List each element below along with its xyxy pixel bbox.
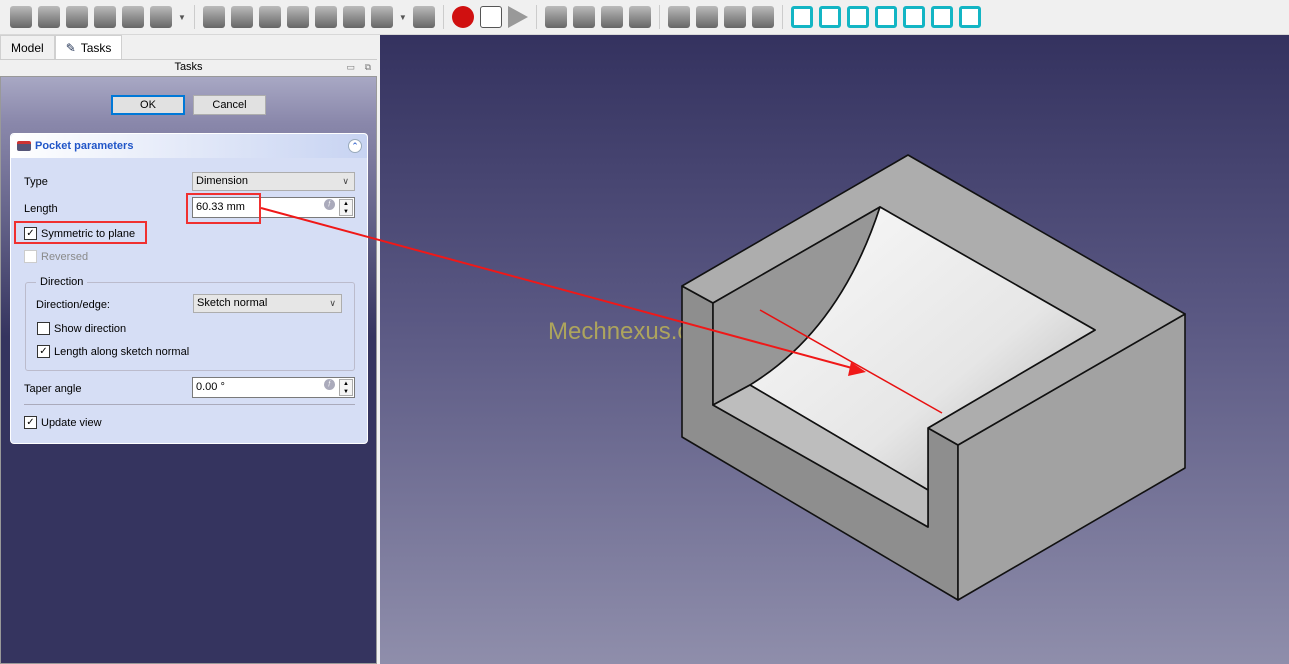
tab-model[interactable]: Model: [0, 35, 55, 59]
direction-group-title: Direction: [36, 276, 88, 288]
chevron-down-icon: ∨: [329, 298, 336, 308]
type-select[interactable]: Dimension ∨: [192, 172, 355, 191]
taper-label: Taper angle: [24, 383, 82, 395]
pocket-parameters-title: Pocket parameters: [35, 140, 134, 152]
length-label: Length: [24, 203, 58, 215]
symmetric-checkbox[interactable]: ✓ Symmetric to plane: [24, 227, 135, 240]
additive-pipe-icon[interactable]: [94, 6, 116, 28]
chamfer-icon[interactable]: [572, 6, 595, 28]
revolution-icon[interactable]: [38, 6, 60, 28]
dock-restore-icon[interactable]: ⧉: [365, 60, 371, 74]
collapse-icon[interactable]: ⌃: [348, 139, 362, 153]
direction-group: Direction Direction/edge: Sketch normal ∨…: [25, 276, 355, 371]
mirrored-icon[interactable]: [667, 6, 690, 28]
3d-viewport[interactable]: [380, 35, 1289, 664]
view-rear-icon[interactable]: [902, 6, 925, 28]
cancel-button[interactable]: Cancel: [193, 95, 266, 115]
pocket-icon[interactable]: [202, 6, 225, 28]
view-left-icon[interactable]: [958, 6, 981, 28]
length-along-normal-checkbox[interactable]: ✓ Length along sketch normal: [37, 345, 189, 358]
length-input[interactable]: 60.33 mm ƒ ▲ ▼: [192, 197, 355, 218]
pocket-icon: [17, 141, 31, 151]
multitransform-icon[interactable]: [751, 6, 774, 28]
boolean-icon[interactable]: [412, 6, 435, 28]
panel-title: Tasks: [174, 61, 203, 73]
subtractive-primitive-icon[interactable]: [370, 6, 393, 28]
checkbox-icon: [37, 322, 50, 335]
dock-float-icon[interactable]: ▭: [346, 60, 355, 74]
taper-value: 0.00 °: [196, 381, 225, 393]
checkbox-icon: [24, 250, 37, 263]
polar-pattern-icon[interactable]: [723, 6, 746, 28]
thickness-icon[interactable]: [628, 6, 651, 28]
length-value: 60.33 mm: [196, 201, 245, 213]
direction-edge-value: Sketch normal: [197, 297, 268, 309]
type-label: Type: [24, 176, 48, 188]
length-spinner[interactable]: ▲ ▼: [339, 199, 353, 216]
direction-edge-select[interactable]: Sketch normal ∨: [193, 294, 342, 313]
pocket-parameters-header[interactable]: Pocket parameters: [11, 134, 367, 158]
additive-primitive-icon[interactable]: [150, 6, 172, 28]
type-value: Dimension: [196, 175, 248, 187]
watermark: Mechnexus.com: [548, 318, 723, 345]
tab-model-label: Model: [11, 40, 44, 55]
toolbar-separator: [193, 5, 195, 29]
show-direction-checkbox[interactable]: Show direction: [37, 322, 126, 335]
view-fit-all-icon[interactable]: [790, 6, 813, 28]
additive-helix-icon[interactable]: [122, 6, 144, 28]
pencil-icon: ✎: [65, 40, 76, 55]
hole-icon[interactable]: [230, 6, 253, 28]
divider: [24, 404, 355, 405]
pocket-parameters-box: Pocket parameters ⌃ Type Dimension ∨ Leng…: [10, 133, 368, 444]
reversed-label: Reversed: [41, 250, 89, 263]
checkbox-icon: ✓: [37, 345, 50, 358]
draft-icon[interactable]: [600, 6, 623, 28]
tab-tasks-label: Tasks: [80, 40, 112, 55]
task-panel: OK Cancel Pocket parameters ⌃ Type Dimen…: [0, 76, 377, 664]
checkbox-icon: ✓: [24, 416, 37, 429]
additive-loft-icon[interactable]: [66, 6, 88, 28]
dropdown-arrow-icon[interactable]: ▼: [178, 13, 186, 22]
expression-icon[interactable]: ƒ: [324, 379, 335, 390]
view-front-icon[interactable]: [818, 6, 841, 28]
subtractive-pipe-icon[interactable]: [314, 6, 337, 28]
panel-header: Tasks ▭ ⧉: [0, 60, 377, 75]
update-view-label: Update view: [41, 416, 102, 429]
taper-spinner[interactable]: ▲ ▼: [339, 379, 353, 396]
view-top-icon[interactable]: [846, 6, 869, 28]
view-bottom-icon[interactable]: [930, 6, 953, 28]
expression-icon[interactable]: ƒ: [324, 199, 335, 210]
update-view-checkbox[interactable]: ✓ Update view: [24, 416, 102, 429]
reversed-checkbox[interactable]: Reversed: [24, 250, 88, 263]
subtractive-loft-icon[interactable]: [286, 6, 309, 28]
view-right-icon[interactable]: [874, 6, 897, 28]
toolbar: ▼ ▼: [0, 0, 1289, 35]
taper-input[interactable]: 0.00 ° ƒ ▲ ▼: [192, 377, 355, 398]
toolbar-separator: [781, 5, 783, 29]
length-along-label: Length along sketch normal: [54, 345, 190, 358]
macro-editor-icon[interactable]: [479, 6, 502, 28]
tab-tasks[interactable]: ✎ Tasks: [54, 35, 123, 59]
show-direction-label: Show direction: [54, 322, 127, 335]
toolbar-separator: [535, 5, 537, 29]
subtractive-helix-icon[interactable]: [342, 6, 365, 28]
dropdown-arrow-icon[interactable]: ▼: [399, 13, 407, 22]
execute-macro-icon[interactable]: [507, 6, 528, 28]
direction-edge-label: Direction/edge:: [36, 299, 110, 311]
groove-icon[interactable]: [258, 6, 281, 28]
fillet-icon[interactable]: [544, 6, 567, 28]
toolbar-separator: [658, 5, 660, 29]
checkbox-icon: ✓: [24, 227, 37, 240]
symmetric-label: Symmetric to plane: [41, 227, 136, 240]
record-macro-icon[interactable]: [451, 6, 474, 28]
linear-pattern-icon[interactable]: [695, 6, 718, 28]
ok-button[interactable]: OK: [111, 95, 185, 115]
toolbar-separator: [442, 5, 444, 29]
chevron-down-icon: ∨: [342, 176, 349, 186]
pad-icon[interactable]: [10, 6, 32, 28]
